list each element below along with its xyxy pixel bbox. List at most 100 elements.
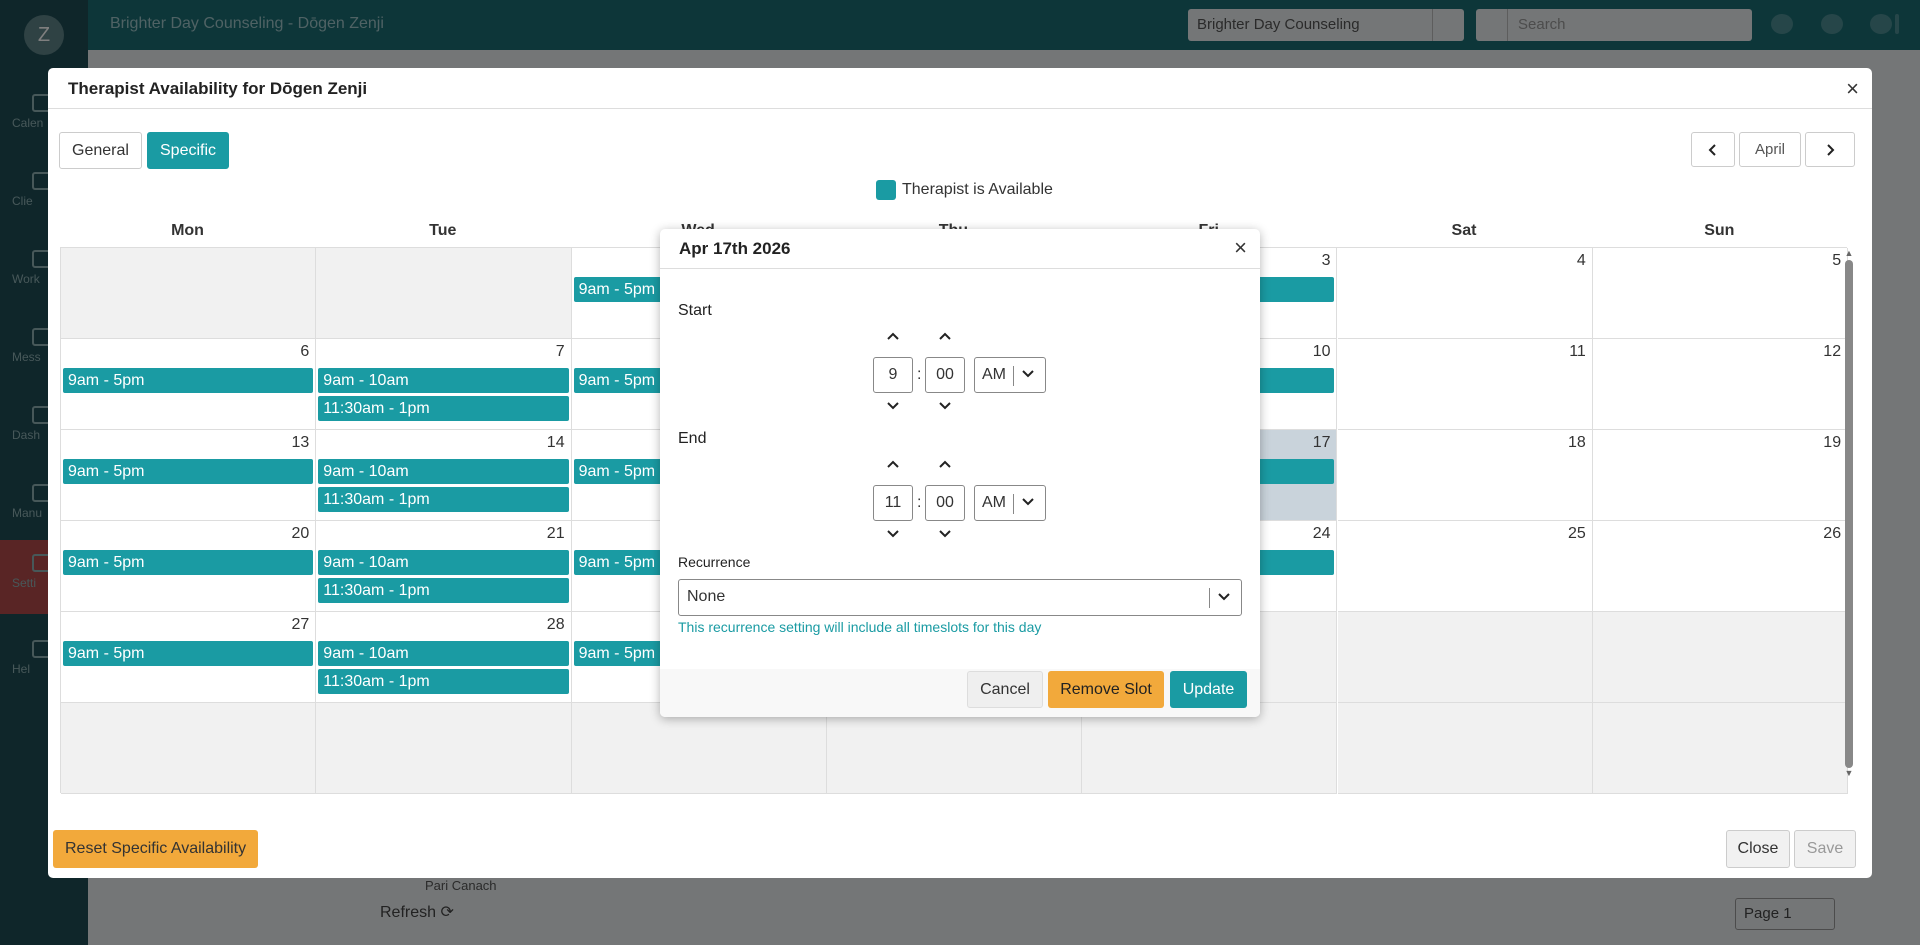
availability-slot[interactable]: 9am - 5pm — [63, 550, 314, 575]
start-hour-input[interactable]: 9 — [873, 357, 913, 393]
calendar-day-cell[interactable]: 4 — [1337, 248, 1593, 339]
calendar-day-cell[interactable] — [61, 703, 317, 794]
recurrence-select[interactable]: None — [678, 579, 1242, 616]
day-number: 7 — [555, 343, 565, 360]
calendar-day-cell[interactable]: 19 — [1592, 430, 1849, 521]
end-minute-input[interactable]: 00 — [925, 485, 965, 521]
calendar-day-cell[interactable]: 18 — [1337, 430, 1593, 521]
calendar-day-cell[interactable]: 13 9am - 5pm — [61, 430, 317, 521]
calendar-day-cell[interactable]: 21 9am - 10am 11:30am - 1pm — [316, 521, 572, 612]
chevron-right-icon — [1827, 144, 1835, 156]
availability-slot[interactable]: 9am - 5pm — [63, 641, 314, 666]
scroll-up-icon[interactable]: ▲ — [1843, 248, 1855, 258]
calendar-day-cell[interactable]: 7 9am - 10am 11:30am - 1pm — [316, 339, 572, 430]
calendar-day-cell[interactable] — [316, 703, 572, 794]
reset-specific-availability-button[interactable]: Reset Specific Availability — [53, 830, 259, 868]
remove-slot-button[interactable]: Remove Slot — [1048, 671, 1164, 708]
day-number: 28 — [546, 616, 565, 633]
availability-slot[interactable]: 11:30am - 1pm — [318, 396, 569, 421]
calendar-day-cell[interactable]: 28 9am - 10am 11:30am - 1pm — [316, 612, 572, 703]
chevron-down-icon — [887, 530, 899, 538]
close-icon[interactable]: × — [1846, 76, 1859, 102]
calendar-day-cell[interactable] — [1337, 612, 1593, 703]
availability-slot[interactable]: 9am - 5pm — [63, 368, 314, 393]
start-minute-increment[interactable] — [932, 328, 958, 346]
weekday-header: Mon — [171, 222, 204, 239]
select-divider — [1013, 366, 1014, 386]
close-icon[interactable]: × — [1234, 235, 1247, 261]
day-number: 13 — [291, 434, 310, 451]
day-number: 12 — [1823, 343, 1842, 360]
end-period-select[interactable]: AM — [974, 485, 1046, 521]
slot-dialog: Apr 17th 2026 × Start 9 : 00 AM End 11 :… — [660, 229, 1260, 717]
availability-slot[interactable]: 9am - 10am — [318, 459, 569, 484]
select-divider — [1209, 588, 1210, 608]
end-label: End — [678, 430, 707, 447]
start-minute-input[interactable]: 00 — [925, 357, 965, 393]
calendar-day-cell[interactable]: 6 9am - 5pm — [61, 339, 317, 430]
calendar-day-cell[interactable]: 25 — [1337, 521, 1593, 612]
start-hour-decrement[interactable] — [880, 398, 906, 416]
calendar-day-cell[interactable]: 11 — [1337, 339, 1593, 430]
calendar-day-cell[interactable]: 20 9am - 5pm — [61, 521, 317, 612]
availability-modal-footer: Reset Specific Availability Close Save — [48, 830, 1872, 878]
end-minute-decrement[interactable] — [932, 526, 958, 544]
slot-dialog-footer: Cancel Remove Slot Update — [660, 669, 1260, 717]
save-button[interactable]: Save — [1794, 830, 1856, 868]
availability-slot[interactable]: 9am - 10am — [318, 550, 569, 575]
start-period-select[interactable]: AM — [974, 357, 1046, 393]
legend-swatch — [876, 180, 896, 200]
availability-slot[interactable]: 11:30am - 1pm — [318, 487, 569, 512]
end-hour-input[interactable]: 11 — [873, 485, 913, 521]
cancel-button[interactable]: Cancel — [967, 671, 1043, 708]
next-month-button[interactable] — [1805, 132, 1855, 167]
chevron-left-icon — [1708, 144, 1716, 156]
calendar-scrollbar[interactable]: ▲ ▼ — [1843, 248, 1855, 780]
start-minute-decrement[interactable] — [932, 398, 958, 416]
tab-general[interactable]: General — [59, 132, 142, 169]
scroll-down-icon[interactable]: ▼ — [1843, 768, 1855, 778]
day-number: 19 — [1823, 434, 1842, 451]
calendar-day-cell[interactable]: 27 9am - 5pm — [61, 612, 317, 703]
availability-slot[interactable]: 11:30am - 1pm — [318, 669, 569, 694]
chevron-down-icon — [939, 530, 951, 538]
day-number: 18 — [1568, 434, 1586, 451]
chevron-up-icon — [939, 332, 951, 340]
calendar-day-cell[interactable] — [1592, 703, 1849, 794]
start-colon: : — [917, 366, 922, 383]
availability-slot[interactable]: 11:30am - 1pm — [318, 578, 569, 603]
day-number: 14 — [546, 434, 565, 451]
day-number: 21 — [546, 525, 565, 542]
calendar-day-cell[interactable]: 14 9am - 10am 11:30am - 1pm — [316, 430, 572, 521]
day-number: 25 — [1568, 525, 1586, 542]
prev-month-button[interactable] — [1691, 132, 1735, 167]
month-label: April — [1739, 132, 1801, 167]
availability-slot[interactable]: 9am - 10am — [318, 368, 569, 393]
scrollbar-thumb[interactable] — [1845, 260, 1853, 768]
calendar-day-cell[interactable] — [61, 248, 317, 339]
calendar-day-cell[interactable]: 26 — [1592, 521, 1849, 612]
end-hour-decrement[interactable] — [880, 526, 906, 544]
day-number: 17 — [1312, 434, 1331, 451]
start-hour-increment[interactable] — [880, 328, 906, 346]
availability-slot[interactable]: 9am - 10am — [318, 641, 569, 666]
end-hour-increment[interactable] — [880, 456, 906, 474]
calendar-day-cell[interactable] — [316, 248, 572, 339]
update-button[interactable]: Update — [1170, 671, 1247, 708]
calendar-day-cell[interactable]: 5 — [1592, 248, 1849, 339]
recurrence-value: None — [687, 588, 726, 605]
day-number: 26 — [1823, 525, 1842, 542]
start-label: Start — [678, 302, 712, 319]
day-number: 4 — [1576, 252, 1586, 269]
end-minute-increment[interactable] — [932, 456, 958, 474]
calendar-day-cell[interactable] — [1337, 703, 1593, 794]
tab-specific[interactable]: Specific — [147, 132, 230, 169]
calendar-day-cell[interactable] — [1592, 612, 1849, 703]
recurrence-label: Recurrence — [678, 554, 751, 570]
legend-label: Therapist is Available — [902, 181, 1053, 198]
availability-slot[interactable]: 9am - 5pm — [63, 459, 314, 484]
day-number: 6 — [300, 343, 310, 360]
calendar-day-cell[interactable]: 12 — [1592, 339, 1849, 430]
recurrence-help-text: This recurrence setting will include all… — [678, 619, 1042, 635]
close-button[interactable]: Close — [1726, 830, 1790, 868]
